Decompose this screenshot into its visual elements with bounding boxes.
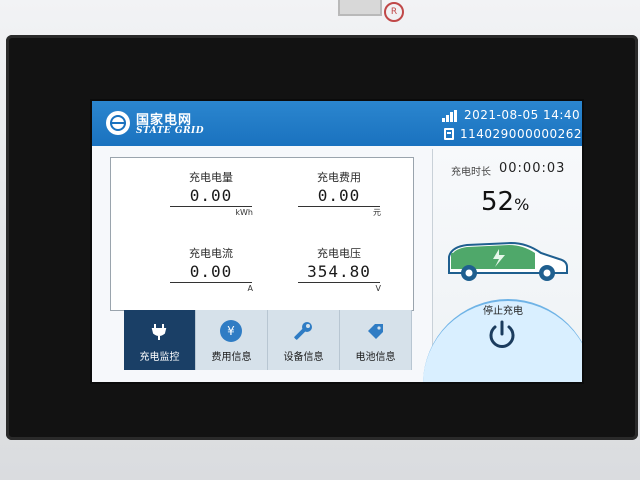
device-logo-plate	[338, 0, 382, 16]
tab-device-info[interactable]: 设备信息	[268, 310, 340, 370]
metric-energy: 充电电量 0.00 kWh	[151, 170, 271, 219]
metric-value: 0.00	[317, 186, 361, 205]
registered-mark-icon: R	[384, 2, 404, 22]
metric-unit: A	[247, 284, 253, 293]
signal-strength-icon	[442, 110, 458, 122]
soc-value: 52	[481, 187, 515, 217]
tab-label: 费用信息	[211, 352, 252, 363]
metric-value: 354.80	[307, 262, 371, 281]
wrench-icon	[294, 322, 312, 340]
metric-value: 0.00	[189, 262, 233, 281]
header-bar: 国家电网 STATE GRID 2021-08-05 14:40 1140290…	[92, 101, 582, 146]
duration-value: 00:00:03	[499, 161, 566, 176]
charger-device-icon	[444, 128, 454, 140]
tab-label: 设备信息	[283, 352, 324, 363]
metrics-panel: 充电电量 0.00 kWh 充电费用 0.00 元 充电电流 0.00 A 充电…	[110, 157, 414, 311]
soc-unit: %	[514, 195, 530, 214]
charging-status-panel: 充电时长 00:00:03 52% 停止充电	[423, 149, 582, 382]
metric-voltage: 充电电压 354.80 V	[279, 246, 399, 295]
yen-icon: ¥	[220, 320, 242, 342]
plug-icon	[151, 324, 167, 340]
metric-cost: 充电费用 0.00 元	[279, 170, 399, 219]
car-charging-icon	[448, 241, 568, 281]
metric-unit: kWh	[235, 208, 253, 217]
metric-value: 0.00	[189, 186, 233, 205]
device-id: 1140290000002629	[460, 127, 582, 141]
tab-charge-monitor[interactable]: 充电监控	[124, 310, 196, 370]
metric-unit: V	[375, 284, 381, 293]
bottom-tab-bar: 充电监控 ¥ 费用信息 设备信息 电池信息	[124, 310, 412, 382]
metric-label: 充电电流	[189, 247, 233, 260]
metric-label: 充电电量	[189, 171, 233, 184]
power-icon[interactable]	[485, 318, 519, 352]
state-grid-logo-icon	[106, 111, 130, 135]
metric-unit: 元	[373, 208, 381, 217]
tab-cost-info[interactable]: ¥ 费用信息	[196, 310, 268, 370]
metric-current: 充电电流 0.00 A	[151, 246, 271, 295]
tab-label: 电池信息	[355, 352, 396, 363]
tab-battery-info[interactable]: 电池信息	[340, 310, 412, 370]
charger-screen: 国家电网 STATE GRID 2021-08-05 14:40 1140290…	[92, 101, 582, 382]
brand-name-en: STATE GRID	[136, 126, 205, 136]
datetime-display: 2021-08-05 14:40	[464, 108, 581, 122]
tab-label: 充电监控	[139, 352, 180, 363]
stop-charging-label: 停止充电	[483, 306, 523, 317]
duration-label: 充电时长	[451, 167, 491, 178]
battery-tag-icon	[368, 324, 383, 339]
soc-display: 52%	[481, 187, 529, 217]
metric-label: 充电电压	[317, 247, 361, 260]
metric-label: 充电费用	[317, 171, 361, 184]
